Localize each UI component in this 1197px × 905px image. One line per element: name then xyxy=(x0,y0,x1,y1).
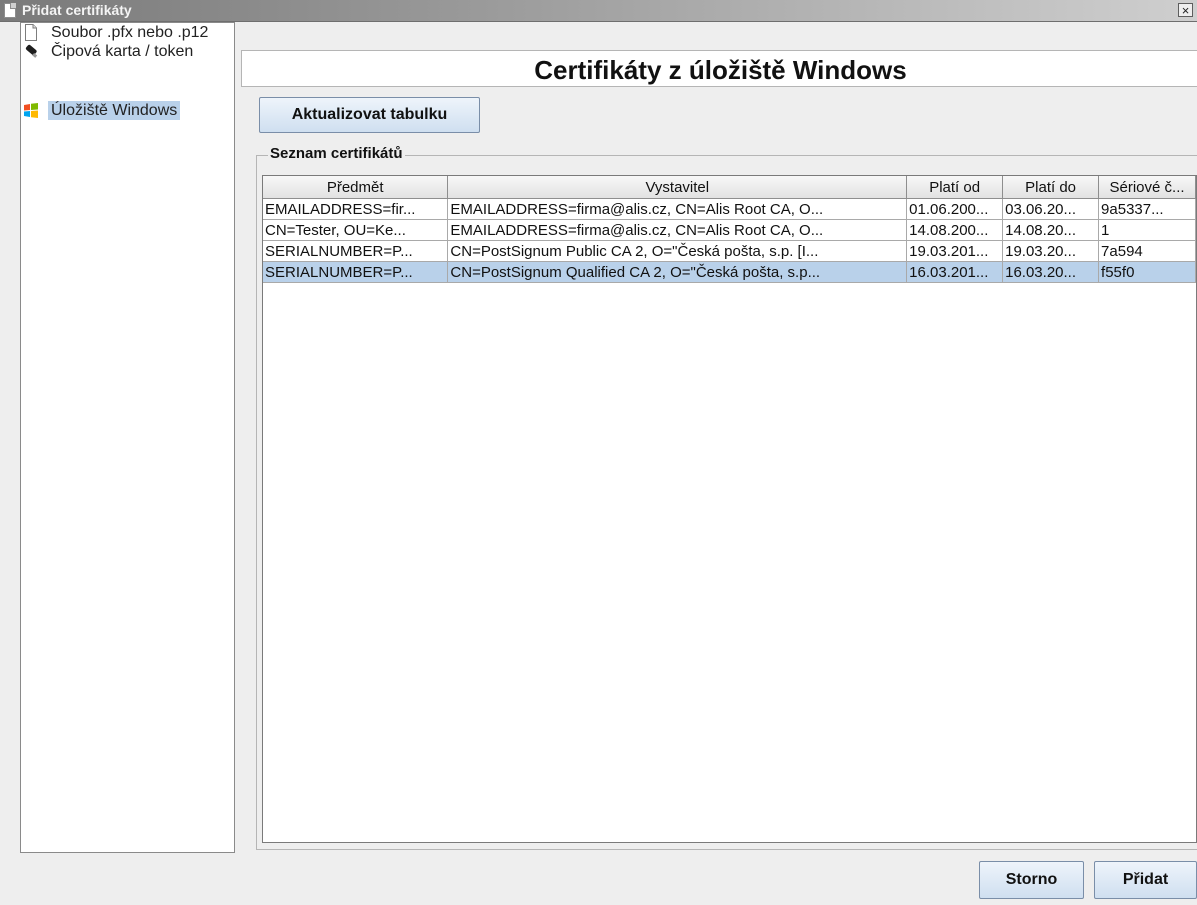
refresh-table-button[interactable]: Aktualizovat tabulku xyxy=(259,97,480,133)
page-title: Certifikáty z úložiště Windows xyxy=(534,55,907,85)
cell-serial: 9a5337... xyxy=(1098,198,1196,220)
cell-issuer: CN=PostSignum Public CA 2, O="Česká pošt… xyxy=(447,240,908,262)
column-header-serial[interactable]: Sériové č... xyxy=(1098,176,1196,199)
sidebar-item-label: Čipová karta / token xyxy=(51,43,194,60)
certificate-grid: Předmět Vystavitel Platí od Platí do Sér… xyxy=(263,176,1196,283)
cell-subject: SERIALNUMBER=P... xyxy=(263,240,449,262)
cell-issuer: CN=PostSignum Qualified CA 2, O="Česká p… xyxy=(447,261,908,283)
cell-valid-to: 19.03.20... xyxy=(1002,240,1100,262)
cell-valid-from: 14.08.200... xyxy=(906,219,1004,241)
cell-subject: SERIALNUMBER=P... xyxy=(263,261,449,283)
table-header-row: Předmět Vystavitel Platí od Platí do Sér… xyxy=(263,176,1196,199)
cancel-button[interactable]: Storno xyxy=(979,861,1084,899)
column-header-valid-from[interactable]: Platí od xyxy=(906,176,1004,199)
cell-valid-to: 16.03.20... xyxy=(1002,261,1100,283)
group-label: Seznam certifikátů xyxy=(268,145,405,163)
add-button[interactable]: Přidat xyxy=(1094,861,1197,899)
cell-issuer: EMAILADDRESS=firma@alis.cz, CN=Alis Root… xyxy=(447,219,908,241)
certificate-table: Předmět Vystavitel Platí od Platí do Sér… xyxy=(262,175,1197,843)
column-header-valid-to[interactable]: Platí do xyxy=(1002,176,1100,199)
table-row[interactable]: EMAILADDRESS=fir... EMAILADDRESS=firma@a… xyxy=(263,198,1196,220)
cell-subject: EMAILADDRESS=fir... xyxy=(263,198,449,220)
cell-valid-from: 01.06.200... xyxy=(906,198,1004,220)
column-header-subject[interactable]: Předmět xyxy=(263,176,449,199)
app-document-icon xyxy=(4,3,16,18)
cell-serial: 1 xyxy=(1098,219,1196,241)
table-row[interactable]: CN=Tester, OU=Ke... EMAILADDRESS=firma@a… xyxy=(263,219,1196,241)
sidebar-item-label: Soubor .pfx nebo .p12 xyxy=(51,24,209,41)
cell-valid-from: 16.03.201... xyxy=(906,261,1004,283)
table-row[interactable]: SERIALNUMBER=P... CN=PostSignum Public C… xyxy=(263,240,1196,262)
cell-serial: f55f0 xyxy=(1098,261,1196,283)
sidebar-item-label: Úložiště Windows xyxy=(48,101,181,120)
cell-subject: CN=Tester, OU=Ke... xyxy=(263,219,449,241)
source-list: Soubor .pfx nebo .p12 Čipová karta / tok… xyxy=(20,22,235,853)
usb-token-icon xyxy=(25,44,38,58)
table-row-selected[interactable]: SERIALNUMBER=P... CN=PostSignum Qualifie… xyxy=(263,261,1196,283)
cell-valid-to: 03.06.20... xyxy=(1002,198,1100,220)
file-icon xyxy=(25,24,37,41)
cell-issuer: EMAILADDRESS=firma@alis.cz, CN=Alis Root… xyxy=(447,198,908,220)
cell-valid-to: 14.08.20... xyxy=(1002,219,1100,241)
cell-valid-from: 19.03.201... xyxy=(906,240,1004,262)
window-title: Přidat certifikáty xyxy=(22,2,132,18)
page-header: Certifikáty z úložiště Windows xyxy=(241,50,1197,87)
close-button[interactable]: × xyxy=(1178,3,1193,17)
windows-logo-icon xyxy=(24,103,38,118)
column-header-issuer[interactable]: Vystavitel xyxy=(447,176,908,199)
cell-serial: 7a594 xyxy=(1098,240,1196,262)
title-bar: Přidat certifikáty × xyxy=(0,0,1197,22)
